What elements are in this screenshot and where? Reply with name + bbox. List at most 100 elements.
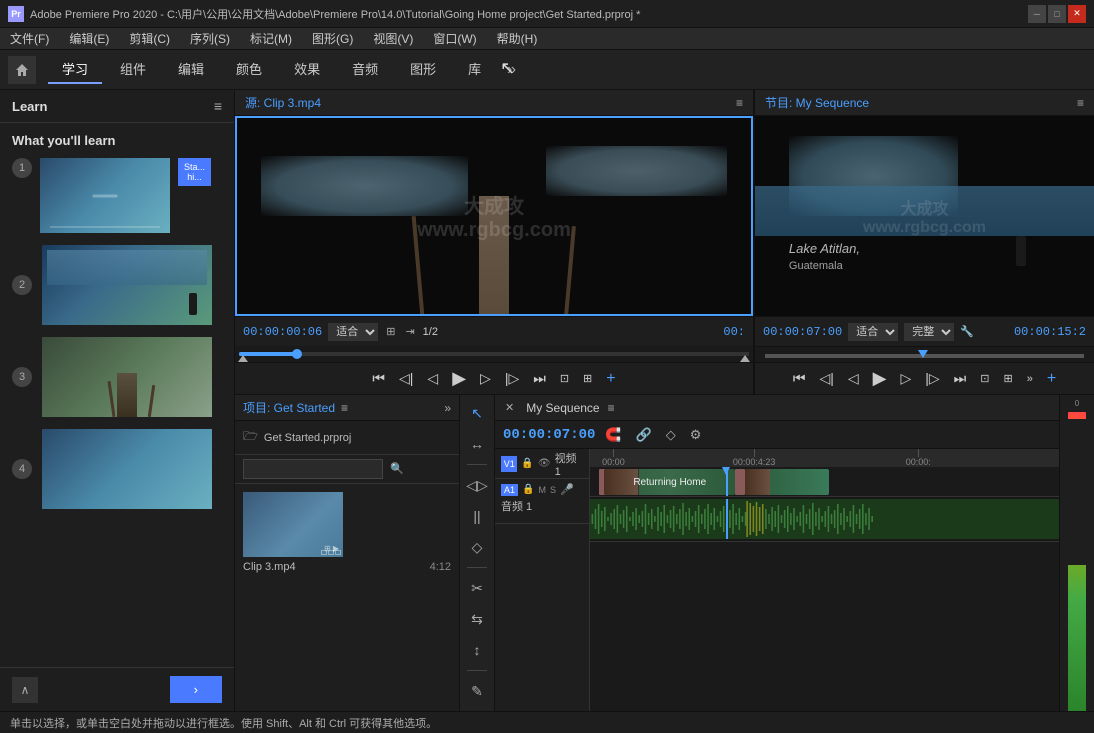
menu-graphic[interactable]: 图形(G) xyxy=(308,28,357,49)
program-video-preview[interactable]: Lake Atitlan, Guatemala 大成攻 www.rgbcg.co… xyxy=(755,116,1094,316)
tab-graphic[interactable]: 图形 xyxy=(396,55,450,84)
project-panel-menu-icon[interactable]: ≡ xyxy=(341,401,348,415)
program-quality-select[interactable]: 完整 xyxy=(904,323,954,341)
tab-color[interactable]: 颜色 xyxy=(222,55,276,84)
tool-select[interactable]: ↖ xyxy=(463,399,491,427)
tab-library[interactable]: 库 xyxy=(454,55,495,84)
source-transport-prev[interactable]: ◁ xyxy=(422,367,443,390)
menu-file[interactable]: 文件(F) xyxy=(6,28,53,49)
track-a1-indicator[interactable]: A1 xyxy=(501,484,518,496)
source-transport-back-frame[interactable]: ◁| xyxy=(394,367,418,390)
project-clip-thumb[interactable]: ⊞ ▶ xyxy=(243,492,343,557)
prog-forward-frame[interactable]: |▷ xyxy=(920,367,944,390)
learn-thumb-2[interactable] xyxy=(42,245,212,325)
track-v1-indicator[interactable]: V1 xyxy=(501,456,517,472)
tab-audio[interactable]: 音频 xyxy=(338,55,392,84)
audio-waveform-svg xyxy=(590,499,1059,539)
timeline-tool-link[interactable]: 🔗 xyxy=(632,425,656,445)
mountain-bg-2 xyxy=(546,146,727,196)
source-progress-bar[interactable] xyxy=(235,346,753,362)
prog-next[interactable]: ▷ xyxy=(895,367,916,390)
close-button[interactable]: ✕ xyxy=(1068,5,1086,23)
minimize-button[interactable]: ─ xyxy=(1028,5,1046,23)
menu-help[interactable]: 帮助(H) xyxy=(493,28,542,49)
tab-assembly[interactable]: 组件 xyxy=(106,55,160,84)
source-playhead[interactable] xyxy=(292,349,302,359)
timeline-timecode[interactable]: 00:00:07:00 xyxy=(503,427,595,443)
source-transport-play[interactable]: ▶ xyxy=(447,365,471,392)
track-v1-visibility-icon[interactable]: 👁 xyxy=(538,458,551,469)
home-icon[interactable] xyxy=(8,56,36,84)
source-insert-icon[interactable]: ⇥ xyxy=(403,323,416,340)
learn-start-button[interactable]: Sta...hi... xyxy=(178,158,211,186)
clip-after-transition[interactable] xyxy=(745,469,829,495)
timeline-tool-markers[interactable]: ◇ xyxy=(662,425,680,445)
track-v1-lock-icon[interactable]: 🔒 xyxy=(521,458,533,469)
menu-window[interactable]: 窗口(W) xyxy=(429,28,480,49)
timeline-close-icon[interactable]: ✕ xyxy=(505,401,514,414)
tool-ripple-edit[interactable]: ◁▷ xyxy=(463,471,491,499)
tool-rate-stretch[interactable]: ◇ xyxy=(463,533,491,561)
clip-returning-home[interactable]: Returning Home xyxy=(604,469,735,495)
prog-end[interactable]: ⏭ xyxy=(949,367,972,390)
menu-clip[interactable]: 剪辑(C) xyxy=(125,28,174,49)
source-transport-back-start[interactable]: ⏮ xyxy=(367,367,390,390)
learn-prev-arrow[interactable]: ∧ xyxy=(12,677,38,703)
program-monitor-menu-icon[interactable]: ≡ xyxy=(1077,96,1084,110)
program-timecode[interactable]: 00:00:07:00 xyxy=(763,325,842,339)
prog-prev[interactable]: ◁ xyxy=(843,367,864,390)
tab-effects[interactable]: 效果 xyxy=(280,55,334,84)
source-fit-select[interactable]: 适合 xyxy=(328,323,378,341)
source-loop-icon[interactable]: ⊡ xyxy=(555,369,574,388)
tool-slide[interactable]: ↕ xyxy=(463,636,491,664)
tab-learn[interactable]: 学习 xyxy=(48,55,102,84)
source-timecode[interactable]: 00:00:00:06 xyxy=(243,325,322,339)
project-panel-expand-icon[interactable]: » xyxy=(444,401,451,415)
learn-thumb-4[interactable] xyxy=(42,429,212,509)
source-transport-forward-frame[interactable]: |▷ xyxy=(500,367,524,390)
source-monitor-menu-icon[interactable]: ≡ xyxy=(736,96,743,110)
source-transport-next[interactable]: ▷ xyxy=(475,367,496,390)
track-a1-lock-icon[interactable]: 🔒 xyxy=(522,484,534,495)
audio-clip[interactable] xyxy=(590,499,1059,539)
prog-back-start[interactable]: ⏮ xyxy=(788,367,811,390)
timeline-tool-magnet[interactable]: 🧲 xyxy=(601,425,625,445)
prog-back-frame[interactable]: ◁| xyxy=(814,367,838,390)
track-a1-mute[interactable]: M xyxy=(538,485,546,495)
project-search-input[interactable] xyxy=(243,459,383,479)
prog-safe-margins[interactable]: ⊞ xyxy=(998,369,1017,388)
source-export-icon[interactable]: ⊞ xyxy=(384,323,397,340)
program-settings-icon[interactable]: 🔧 xyxy=(960,325,974,338)
learn-panel-menu-icon[interactable]: ≡ xyxy=(214,98,222,114)
source-markers-icon[interactable]: ⊞ xyxy=(578,369,597,388)
learn-thumb-3[interactable] xyxy=(42,337,212,417)
tab-edit[interactable]: 编辑 xyxy=(164,55,218,84)
tool-rolling-edit[interactable]: || xyxy=(463,502,491,530)
track-a1-record-icon[interactable]: 🎤 xyxy=(560,483,574,496)
timeline-menu-icon[interactable]: ≡ xyxy=(608,401,615,415)
menu-edit[interactable]: 编辑(E) xyxy=(65,28,113,49)
program-progress-bar[interactable] xyxy=(755,346,1094,362)
learn-thumb-1[interactable] xyxy=(40,158,170,233)
timeline-tool-settings[interactable]: ⚙ xyxy=(686,425,706,445)
tool-razor[interactable]: ✂ xyxy=(463,574,491,602)
program-fit-select[interactable]: 适合 xyxy=(848,323,898,341)
track-a1-solo[interactable]: S xyxy=(550,485,556,495)
source-video-preview[interactable]: 大成攻 www.rgbcg.com xyxy=(235,116,753,316)
menu-marker[interactable]: 标记(M) xyxy=(246,28,296,49)
prog-loop[interactable]: ⊡ xyxy=(975,369,994,388)
more-workspaces[interactable]: » xyxy=(499,57,524,83)
menu-view[interactable]: 视图(V) xyxy=(369,28,417,49)
source-add-icon[interactable]: + xyxy=(601,367,620,391)
tool-slip[interactable]: ⇆ xyxy=(463,605,491,633)
prog-play[interactable]: ▶ xyxy=(868,365,892,392)
prog-add[interactable]: + xyxy=(1042,367,1061,391)
learn-next-button[interactable]: › xyxy=(170,676,222,703)
maximize-button[interactable]: □ xyxy=(1048,5,1066,23)
menu-sequence[interactable]: 序列(S) xyxy=(186,28,234,49)
source-timeline-track xyxy=(239,352,749,356)
tool-track-select[interactable]: ↔ xyxy=(463,430,491,458)
tool-pen[interactable]: ✎ xyxy=(463,677,491,705)
source-transport-end[interactable]: ⏭ xyxy=(528,367,551,390)
prog-export[interactable]: » xyxy=(1022,370,1038,388)
